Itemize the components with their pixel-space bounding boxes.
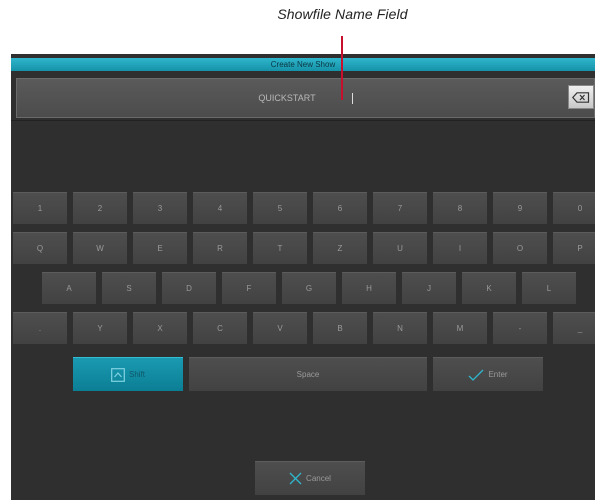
key-row4-8[interactable]: - — [493, 312, 547, 344]
key-row2-9[interactable]: P — [553, 232, 595, 264]
key-row1-3[interactable]: 4 — [193, 192, 247, 224]
key-row3-4[interactable]: G — [282, 272, 336, 304]
text-caret — [352, 93, 353, 104]
key-row1-7[interactable]: 8 — [433, 192, 487, 224]
key-row2-6[interactable]: U — [373, 232, 427, 264]
key-row1-2[interactable]: 3 — [133, 192, 187, 224]
cancel-button-label: Cancel — [306, 474, 331, 484]
enter-key-label: Enter — [488, 370, 508, 380]
create-show-screen: Create New Show 1234567890 QWERTZUIOP ASDF… — [11, 54, 595, 500]
backspace-button[interactable] — [568, 85, 594, 109]
key-row2-1[interactable]: W — [73, 232, 127, 264]
annotation-label: Showfile Name Field — [277, 6, 408, 22]
space-key[interactable]: Space — [189, 357, 427, 391]
key-row3-6[interactable]: J — [402, 272, 456, 304]
key-row2-3[interactable]: R — [193, 232, 247, 264]
shift-key-label: Shift — [128, 370, 145, 380]
key-row3-7[interactable]: K — [462, 272, 516, 304]
close-icon — [289, 472, 302, 485]
showfile-name-bar — [16, 78, 595, 118]
key-row2-0[interactable]: Q — [13, 232, 67, 264]
enter-key[interactable]: Enter — [433, 357, 543, 391]
annotation-leader-line — [341, 36, 343, 100]
key-row1-4[interactable]: 5 — [253, 192, 307, 224]
key-row3-1[interactable]: S — [102, 272, 156, 304]
key-row1-6[interactable]: 7 — [373, 192, 427, 224]
checkmark-icon — [468, 369, 484, 381]
key-row1-9[interactable]: 0 — [553, 192, 595, 224]
key-row1-0[interactable]: 1 — [13, 192, 67, 224]
backspace-icon — [572, 91, 590, 103]
key-row3-3[interactable]: F — [222, 272, 276, 304]
cancel-button[interactable]: Cancel — [255, 461, 365, 495]
key-row3-8[interactable]: L — [522, 272, 576, 304]
key-row4-2[interactable]: X — [133, 312, 187, 344]
key-row2-2[interactable]: E — [133, 232, 187, 264]
showfile-name-input[interactable] — [17, 79, 557, 117]
space-key-label: Space — [296, 370, 320, 379]
dialog-title: Create New Show — [11, 58, 595, 71]
key-row4-3[interactable]: C — [193, 312, 247, 344]
key-row4-5[interactable]: B — [313, 312, 367, 344]
key-row4-7[interactable]: M — [433, 312, 487, 344]
key-row3-5[interactable]: H — [342, 272, 396, 304]
key-row2-8[interactable]: O — [493, 232, 547, 264]
key-row2-7[interactable]: I — [433, 232, 487, 264]
key-row3-0[interactable]: A — [42, 272, 96, 304]
key-row4-0[interactable]: . — [13, 312, 67, 344]
key-row4-4[interactable]: V — [253, 312, 307, 344]
shift-icon — [111, 367, 125, 382]
key-row4-6[interactable]: N — [373, 312, 427, 344]
key-row2-5[interactable]: Z — [313, 232, 367, 264]
key-row1-1[interactable]: 2 — [73, 192, 127, 224]
key-row4-9[interactable]: _ — [553, 312, 595, 344]
key-row3-2[interactable]: D — [162, 272, 216, 304]
key-row1-8[interactable]: 9 — [493, 192, 547, 224]
key-row4-1[interactable]: Y — [73, 312, 127, 344]
key-row2-4[interactable]: T — [253, 232, 307, 264]
key-row1-5[interactable]: 6 — [313, 192, 367, 224]
shift-key[interactable]: Shift — [73, 357, 183, 391]
header-divider — [11, 120, 595, 121]
